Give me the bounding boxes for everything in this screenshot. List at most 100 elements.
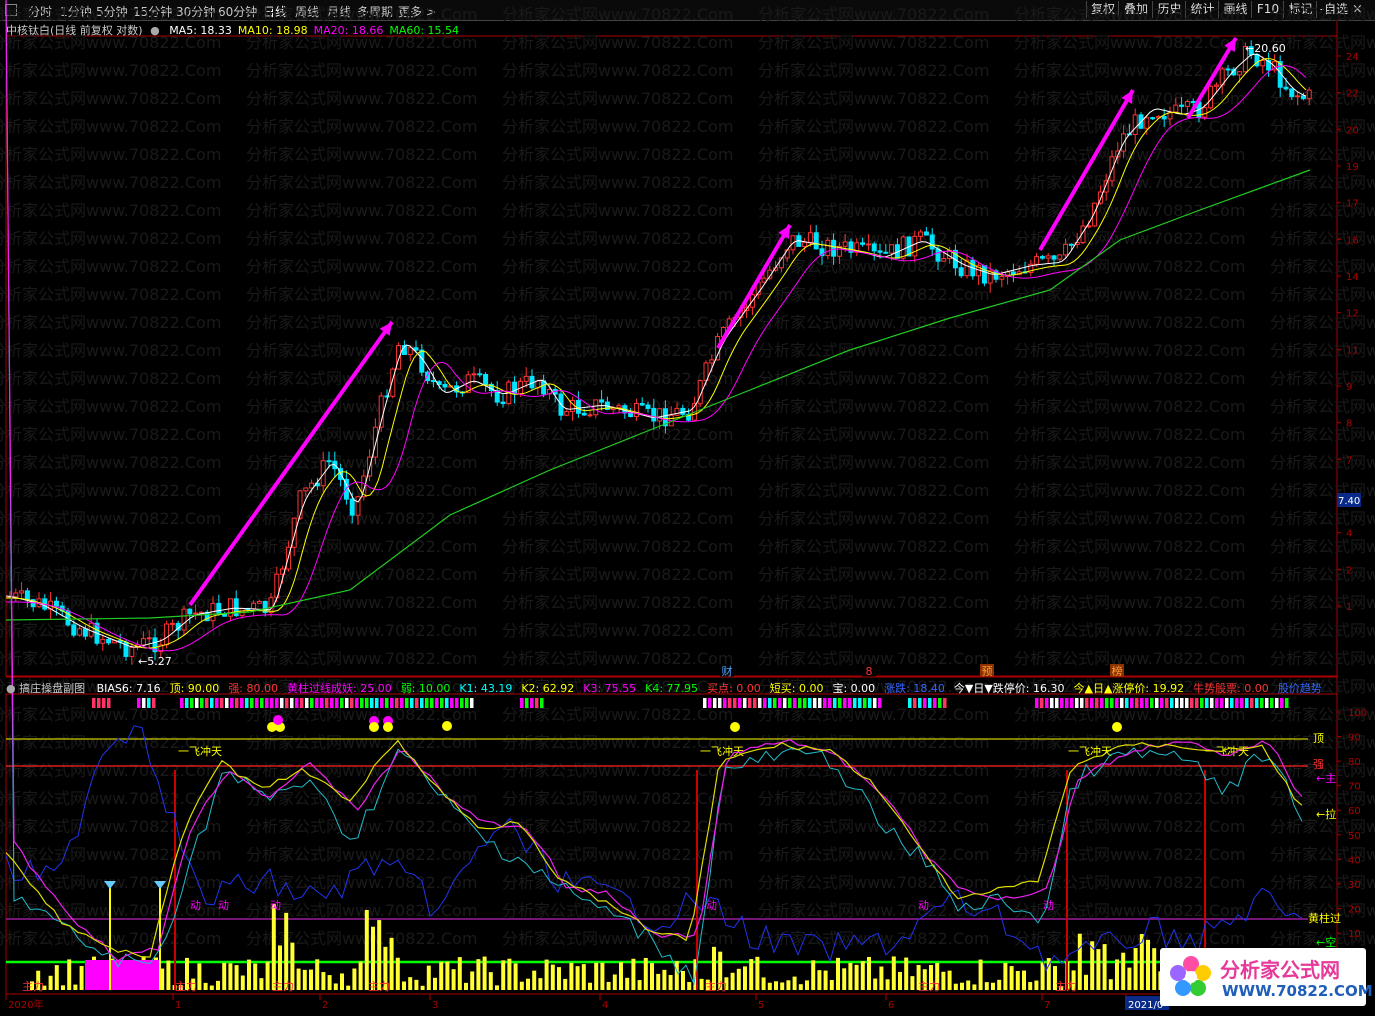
yellow-bar <box>687 981 692 990</box>
logo-url: WWW.70822.COM <box>1222 982 1373 1000</box>
watermark-text: 分析家公式网www.70822.Com <box>502 201 733 220</box>
watermark-text: 分析家公式网www.70822.Com <box>1270 257 1375 276</box>
watermark-text: 分析家公式网www.70822.Com <box>1014 509 1245 528</box>
watermark-text: 分析家公式网www.70822.Com <box>0 817 221 836</box>
yellow-bar <box>271 904 276 990</box>
kline-chart[interactable]: 分析家公式网www.70822.Com 分析家公式网www.70822.Com 分析… <box>0 0 1375 1016</box>
signal-square <box>1100 698 1104 708</box>
yellow-bar <box>774 981 778 990</box>
yellow-bar <box>470 971 475 990</box>
yellow-bar <box>600 962 605 990</box>
yellow-bar <box>476 959 481 990</box>
current-price-tag: 7.40 <box>1338 496 1360 507</box>
signal-square <box>1120 698 1124 708</box>
yellow-bar <box>501 960 506 990</box>
watermark-text: 分析家公式网www.70822.Com <box>502 33 733 52</box>
yellow-bar <box>209 985 214 990</box>
signal-square <box>92 698 96 708</box>
sub-chart-title[interactable]: 搞庄操盘副图 <box>19 682 85 695</box>
yellow-bar <box>48 975 53 990</box>
candle <box>106 638 112 646</box>
signal-square <box>255 698 259 708</box>
signal-square <box>1075 698 1079 708</box>
watermark-text: 分析家公式网www.70822.Com <box>758 341 989 360</box>
sub-field-4: 弱: 10.00 <box>400 682 451 695</box>
watermark-text: 分析家公式网www.70822.Com <box>0 509 221 528</box>
dong-label-2: 动 <box>270 899 281 912</box>
yellow-bar <box>216 980 220 990</box>
watermark-text: 分析家公式网www.70822.Com <box>0 369 221 388</box>
watermark-text: 分析家公式网www.70822.Com <box>246 285 477 304</box>
time-label-3: 3 <box>432 1000 438 1011</box>
sub-axis-label: 50 <box>1348 831 1361 842</box>
signal-square <box>285 698 289 708</box>
yellow-bar <box>222 962 227 990</box>
signal-square <box>300 698 304 708</box>
watermark-text: 分析家公式网www.70822.Com <box>246 621 477 640</box>
signal-square <box>938 698 942 708</box>
watermark-text: 分析家公式网www.70822.Com <box>246 117 477 136</box>
signal-square <box>778 698 782 708</box>
yellow-bar <box>495 985 499 990</box>
watermark-text: 分析家公式网www.70822.Com <box>502 89 733 108</box>
price-axis-label: 2 <box>1346 565 1352 576</box>
yellow-bar <box>54 965 59 990</box>
signal-square <box>1235 698 1239 708</box>
yellow-bar <box>1084 974 1088 990</box>
signal-square <box>540 698 544 708</box>
watermark-text: 分析家公式网www.70822.Com <box>1014 397 1245 416</box>
yellow-bar <box>426 965 431 990</box>
signal-square <box>1115 698 1119 708</box>
watermark-text: 分析家公式网www.70822.Com <box>502 425 733 444</box>
signal-square <box>1140 698 1144 708</box>
signal-square <box>1230 698 1234 708</box>
yellow-bar <box>947 970 952 990</box>
signal-square <box>415 698 419 708</box>
watermark-text: 分析家公式网www.70822.Com <box>758 313 989 332</box>
signal-square <box>295 698 299 708</box>
watermark-text: 分析家公式网www.70822.Com <box>246 5 477 24</box>
signal-square <box>1170 698 1174 708</box>
signal-square <box>1080 698 1084 708</box>
watermark-text: 分析家公式网www.70822.Com <box>758 929 989 948</box>
watermark-text: 分析家公式网www.70822.Com <box>502 313 733 332</box>
yellow-bar <box>414 979 419 990</box>
yellow-bar <box>1115 959 1119 990</box>
sub-right-label-3: ←拉 <box>1316 807 1336 821</box>
candle <box>227 598 233 622</box>
bottom-label-1: 主力 <box>175 980 197 993</box>
watermark-text: 分析家公式网www.70822.Com <box>1014 649 1245 668</box>
yellow-bar <box>166 960 171 990</box>
signal-square <box>390 698 394 708</box>
sub-axis-label: 40 <box>1348 855 1361 866</box>
logo-title: 分析家公式网 <box>1220 958 1340 982</box>
watermark-text: 分析家公式网www.70822.Com <box>758 145 989 164</box>
yellow-bar <box>302 969 307 990</box>
signal-square <box>250 698 254 708</box>
yellow-bar <box>513 963 518 990</box>
watermark-text: 分析家公式网www.70822.Com <box>502 537 733 556</box>
watermark-text: 分析家公式网www.70822.Com <box>758 425 989 444</box>
signal-square <box>435 698 439 708</box>
watermark-text: 分析家公式网www.70822.Com <box>0 145 221 164</box>
yellow-bar <box>668 975 673 990</box>
signal-square <box>525 698 529 708</box>
collapse-icon[interactable]: ● <box>6 682 16 695</box>
watermark-text: 分析家公式网www.70822.Com <box>502 453 733 472</box>
sub-field-6: K2: 62.92 <box>521 682 575 695</box>
yellow-bar <box>736 968 741 990</box>
watermark-text: 分析家公式网www.70822.Com <box>0 173 221 192</box>
signal-square <box>465 698 469 708</box>
watermark-text: 分析家公式网www.70822.Com <box>1014 593 1245 612</box>
signal-square <box>1275 698 1279 708</box>
signal-dot <box>369 722 379 732</box>
signal-square <box>843 698 847 708</box>
sub-field-0: BIAS6: 7.16 <box>96 682 161 695</box>
sub-right-label-5: ←空 <box>1316 935 1336 949</box>
price-axis-label: 11 <box>1346 345 1359 356</box>
signal-square <box>210 698 214 708</box>
signal-square <box>723 698 727 708</box>
signal-square <box>1260 698 1264 708</box>
site-logo: 分析家公式网 WWW.70822.COM <box>1160 948 1373 1006</box>
yellow-bar <box>327 975 332 990</box>
